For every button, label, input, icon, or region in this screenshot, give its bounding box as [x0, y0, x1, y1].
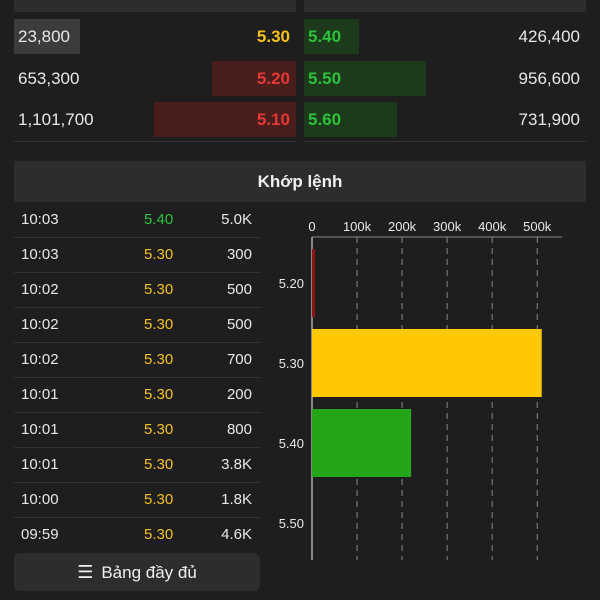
ask-row[interactable]: 5.60 731,900: [304, 102, 586, 137]
bid-row[interactable]: 23,800 5.30: [14, 19, 296, 54]
bid-row[interactable]: 1,101,700 5.10: [14, 102, 296, 137]
full-board-button[interactable]: ☰ Bảng đầy đủ: [14, 553, 260, 591]
order-book-divider: [304, 141, 586, 142]
list-icon: ☰: [77, 562, 94, 582]
bid-header: [14, 0, 296, 12]
trade-price: 5.30: [144, 456, 174, 473]
y-tick-label: 5.30: [279, 356, 304, 371]
ask-price: 5.60: [308, 110, 342, 129]
bid-volume: 1,101,700: [18, 110, 94, 129]
y-tick-label: 5.40: [279, 436, 304, 451]
bid-price: 5.30: [256, 27, 290, 46]
volume-bar: [312, 409, 412, 477]
x-tick-label: 100k: [343, 219, 372, 234]
ask-price: 5.50: [308, 69, 342, 88]
trade-row: 10:02 5.30 500: [14, 273, 260, 308]
ask-price: 5.40: [308, 27, 342, 46]
trade-time: 10:02: [21, 281, 59, 298]
trade-price: 5.40: [144, 211, 174, 228]
trade-volume: 700: [226, 351, 252, 368]
bid-row[interactable]: 653,300 5.20: [14, 61, 296, 96]
trade-volume: 300: [226, 246, 252, 263]
trade-time: 10:02: [21, 316, 59, 333]
trade-volume: 500: [226, 281, 252, 298]
trade-time: 10:03: [21, 246, 59, 263]
bid-volume: 23,800: [18, 27, 70, 46]
trade-row: 09:59 5.30 4.6K: [14, 518, 260, 552]
x-tick-label: 200k: [388, 219, 417, 234]
trade-time: 09:59: [21, 526, 59, 543]
trade-row: 10:02 5.30 700: [14, 343, 260, 378]
ask-row[interactable]: 5.40 426,400: [304, 19, 586, 54]
trade-volume: 4.6K: [221, 526, 252, 543]
trade-row: 10:03 5.40 5.0K: [14, 203, 260, 238]
bid-price: 5.10: [256, 110, 290, 129]
x-tick-label: 300k: [433, 219, 462, 234]
trade-volume: 500: [226, 316, 252, 333]
trade-volume: 200: [226, 386, 252, 403]
ask-volume: 426,400: [518, 27, 580, 46]
trade-time: 10:01: [21, 386, 59, 403]
trade-time: 10:01: [21, 456, 59, 473]
trade-price: 5.30: [144, 421, 174, 438]
ask-row[interactable]: 5.50 956,600: [304, 61, 586, 96]
ask-header: [304, 0, 586, 12]
trade-price: 5.30: [144, 281, 174, 298]
y-tick-label: 5.20: [279, 276, 304, 291]
trade-price: 5.30: [144, 386, 174, 403]
trade-volume: 5.0K: [221, 211, 252, 228]
trade-row: 10:01 5.30 800: [14, 413, 260, 448]
ask-volume: 731,900: [518, 110, 580, 129]
order-book-divider: [14, 141, 296, 142]
trade-price: 5.30: [144, 526, 174, 543]
full-board-label: Bảng đầy đủ: [101, 563, 197, 582]
trade-row: 10:01 5.30 3.8K: [14, 448, 260, 483]
trade-time: 10:03: [21, 211, 59, 228]
bid-price: 5.20: [256, 69, 290, 88]
volume-by-price-chart: 0 100k 200k 300k 400k 500k 5.20 5.30 5.40 5.50: [279, 219, 562, 560]
trade-row: 10:02 5.30 500: [14, 308, 260, 343]
volume-bar: [312, 329, 542, 397]
ask-volume: 956,600: [518, 69, 580, 88]
trade-time: 10:01: [21, 421, 59, 438]
trade-volume: 1.8K: [221, 491, 252, 508]
volume-bar: [312, 249, 315, 317]
trade-price: 5.30: [144, 316, 174, 333]
trade-price: 5.30: [144, 491, 174, 508]
trade-time: 10:02: [21, 351, 59, 368]
trade-volume: 800: [226, 421, 252, 438]
matched-trades-title: Khớp lệnh: [14, 161, 586, 202]
trade-price: 5.30: [144, 246, 174, 263]
trade-price: 5.30: [144, 351, 174, 368]
trade-row: 10:03 5.30 300: [14, 238, 260, 273]
trade-time: 10:00: [21, 491, 59, 508]
x-tick-label: 500k: [523, 219, 552, 234]
bid-volume: 653,300: [18, 69, 80, 88]
y-tick-label: 5.50: [279, 516, 304, 531]
trade-row: 10:01 5.30 200: [14, 378, 260, 413]
trade-row: 10:00 5.30 1.8K: [14, 483, 260, 518]
trade-volume: 3.8K: [221, 456, 252, 473]
x-tick-label: 0: [308, 219, 315, 234]
x-tick-label: 400k: [478, 219, 507, 234]
